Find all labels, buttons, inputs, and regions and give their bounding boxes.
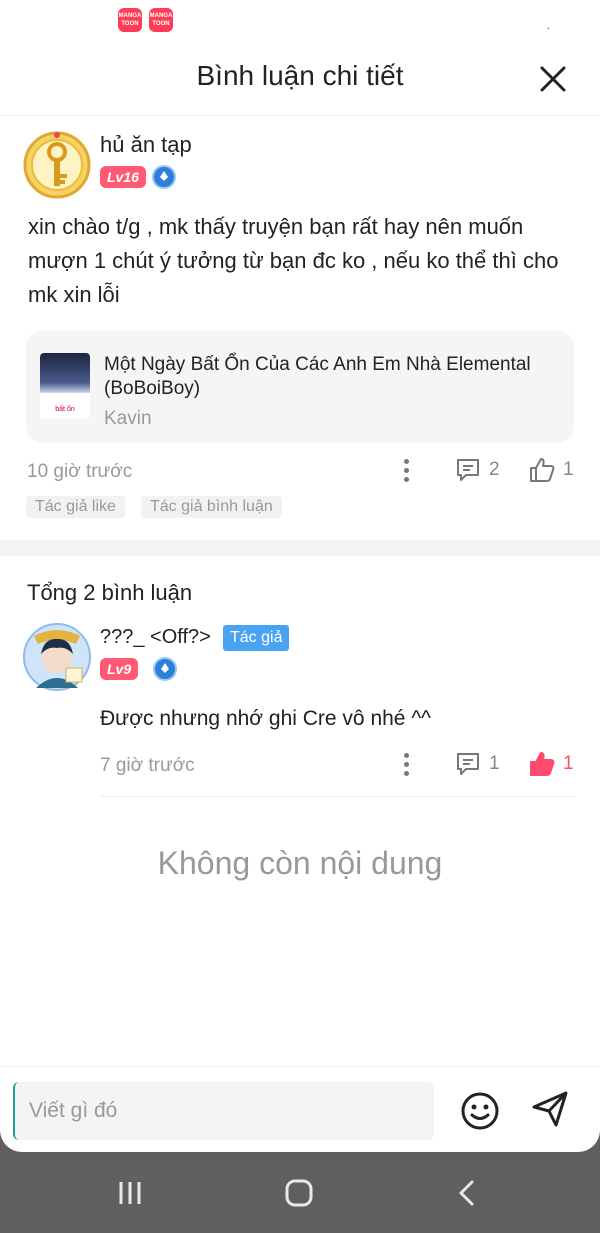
medal-icon: [153, 657, 177, 681]
thumb-up-icon: [530, 458, 555, 482]
reply-text: Được nhưng nhớ ghi Cre vô nhé ^^: [100, 707, 432, 730]
header: Bình luận chi tiết: [0, 40, 600, 116]
comment-input[interactable]: [13, 1082, 434, 1140]
reply-divider: [100, 796, 574, 797]
like-count: 1: [563, 753, 574, 774]
app-notification-icon: MANGA TOON: [118, 8, 142, 32]
reply-count-button[interactable]: 2: [455, 457, 500, 483]
back-icon[interactable]: [452, 1178, 482, 1208]
like-count: 1: [563, 459, 574, 480]
system-nav-bar: [0, 1152, 600, 1233]
section-divider: [0, 540, 600, 556]
reply-count: 2: [489, 459, 500, 480]
comment-total: Tổng 2 bình luận: [27, 580, 193, 605]
level-badge: Lv9: [100, 658, 139, 680]
comment-icon: [457, 753, 479, 775]
comment-icon: [457, 459, 479, 481]
app-notification-icon: MANGA TOON: [149, 8, 173, 32]
author-like-tag: Tác giả like: [26, 496, 125, 518]
signal-indicator: ˏ: [546, 16, 550, 30]
comment-text: xin chào t/g , mk thấy truyện bạn rất ha…: [28, 214, 559, 307]
emoji-icon[interactable]: [460, 1091, 500, 1131]
medal-icon: [152, 165, 176, 189]
home-icon[interactable]: [284, 1178, 314, 1208]
avatar[interactable]: [22, 130, 92, 200]
reply-count-button[interactable]: 1: [455, 751, 500, 777]
close-icon[interactable]: [538, 64, 568, 94]
more-icon[interactable]: [404, 459, 410, 483]
page-title: Bình luận chi tiết: [196, 60, 404, 91]
work-title: Một Ngày Bất Ổn Của Các Anh Em Nhà Eleme…: [104, 354, 531, 399]
author-reply-tag: Tác giả bình luận: [141, 496, 282, 518]
like-button[interactable]: 1: [529, 457, 574, 483]
reply-time: 7 giờ trước: [100, 755, 195, 776]
comment-detail-sheet: MANGA TOON MANGA TOON ˏ Bình luận chi ti…: [0, 0, 600, 1152]
work-cover: bất ổn: [40, 353, 90, 419]
level-badge: Lv16: [100, 166, 146, 188]
work-cover-text: bất ổn: [55, 406, 75, 413]
comment-composer: [0, 1066, 600, 1152]
more-icon[interactable]: [404, 753, 410, 777]
comment-time: 10 giờ trước: [27, 461, 133, 482]
username[interactable]: hủ ăn tạp: [100, 132, 192, 158]
thumb-up-icon: [530, 752, 555, 776]
work-card[interactable]: bất ổn Một Ngày Bất Ổn Của Các Anh Em Nh…: [26, 331, 574, 443]
end-of-list: Không còn nội dung: [157, 845, 443, 881]
author-badge: Tác giả: [223, 625, 290, 651]
status-bar: MANGA TOON MANGA TOON ˏ: [0, 0, 600, 40]
recent-apps-icon[interactable]: [115, 1178, 145, 1208]
reply-count: 1: [489, 753, 500, 774]
avatar[interactable]: [22, 622, 92, 692]
work-author: Kavin: [104, 408, 152, 429]
send-icon[interactable]: [530, 1089, 570, 1129]
reply-username[interactable]: ???_ <Off?>: [100, 626, 211, 649]
like-button[interactable]: 1: [529, 751, 574, 777]
